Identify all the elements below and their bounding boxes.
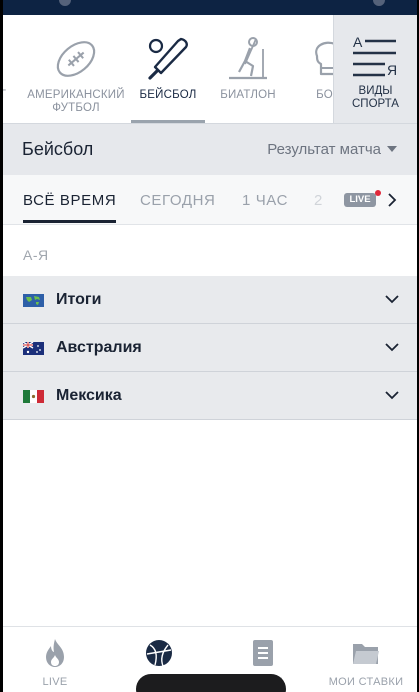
svg-text:А: А <box>353 34 363 50</box>
filter-label: 1 час <box>242 192 289 209</box>
chevron-down-icon <box>385 295 399 304</box>
chevron-down-icon <box>385 391 399 400</box>
filter-today[interactable]: Сегодня <box>140 192 215 209</box>
all-sports-label: Виды спорта <box>352 85 399 110</box>
country-list: Итоги Австралия Мексика <box>3 276 417 420</box>
filter-2[interactable]: 2 <box>314 192 323 209</box>
caret-down-icon <box>387 146 397 152</box>
market-dropdown[interactable]: Результат матча <box>267 141 397 158</box>
flame-icon <box>46 639 64 667</box>
baseball-bat-icon <box>148 37 188 80</box>
sport-tab-american-football[interactable]: Американский футбол <box>25 15 127 123</box>
page-title: Бейсбол <box>22 139 94 159</box>
status-icon <box>59 0 71 6</box>
nav-label: Мои ставки <box>328 676 404 688</box>
list-item-country[interactable]: Австралия <box>3 324 417 372</box>
chevron-right-icon[interactable] <box>387 193 397 207</box>
sport-tab-sport[interactable]: РТ <box>3 15 25 123</box>
chevron-down-icon <box>385 343 399 352</box>
market-dropdown-label: Результат матча <box>267 141 381 158</box>
filter-all-time[interactable]: Всё время <box>23 192 117 223</box>
nav-label: Live <box>42 676 68 688</box>
nav-live[interactable]: Live <box>3 627 107 692</box>
ball-icon <box>146 640 172 667</box>
mexico-flag-icon <box>23 390 44 403</box>
status-icon <box>373 0 385 6</box>
svg-text:Я: Я <box>387 62 397 78</box>
all-sports-button[interactable]: А Я Виды спорта <box>333 15 417 123</box>
biathlon-icon <box>229 37 267 80</box>
empty-area <box>3 420 417 625</box>
unknown-sport-icon <box>3 34 8 84</box>
sport-tab-label: Биатлон <box>220 89 276 101</box>
a-z-list-icon: А Я <box>353 34 397 78</box>
world-flag-icon <box>23 294 44 307</box>
nav-my-bets[interactable]: Мои ставки <box>315 627 417 692</box>
filter-label: 2 <box>314 192 323 209</box>
sort-row: А-Я <box>3 226 417 276</box>
sport-tab-label: Американский футбол <box>27 89 125 114</box>
filter-1-hour[interactable]: 1 час <box>242 192 288 209</box>
filter-label: Сегодня <box>140 192 216 209</box>
live-indicator-dot <box>375 190 381 196</box>
country-name: Итоги <box>56 291 102 308</box>
folder-icon <box>353 644 379 664</box>
sport-tab-label: Бейсбол <box>139 89 197 101</box>
app-screen: РТ Американский футбол Бейсбол <box>3 0 417 692</box>
home-indicator <box>136 674 286 692</box>
status-bar <box>3 0 417 15</box>
live-filter-badge[interactable]: LIVE <box>344 193 376 207</box>
active-filter-underline <box>23 220 117 223</box>
sport-tab-label: РТ <box>3 89 25 102</box>
australia-flag-icon <box>23 342 44 355</box>
list-item-country[interactable]: Итоги <box>3 276 417 324</box>
sport-tab-baseball[interactable]: Бейсбол <box>127 15 209 123</box>
country-name: Мексика <box>56 387 122 404</box>
american-football-icon <box>56 41 96 77</box>
country-name: Австралия <box>56 339 142 356</box>
sort-label: А-Я <box>23 247 49 263</box>
coupon-icon <box>253 640 273 666</box>
sport-header: Бейсбол Результат матча <box>3 123 417 175</box>
time-filter-bar: Всё время Сегодня 1 час 2 LIVE <box>3 175 417 225</box>
filter-label: Всё время <box>23 192 117 209</box>
sport-tab-biathlon[interactable]: Биатлон <box>210 15 286 123</box>
list-item-country[interactable]: Мексика <box>3 372 417 420</box>
